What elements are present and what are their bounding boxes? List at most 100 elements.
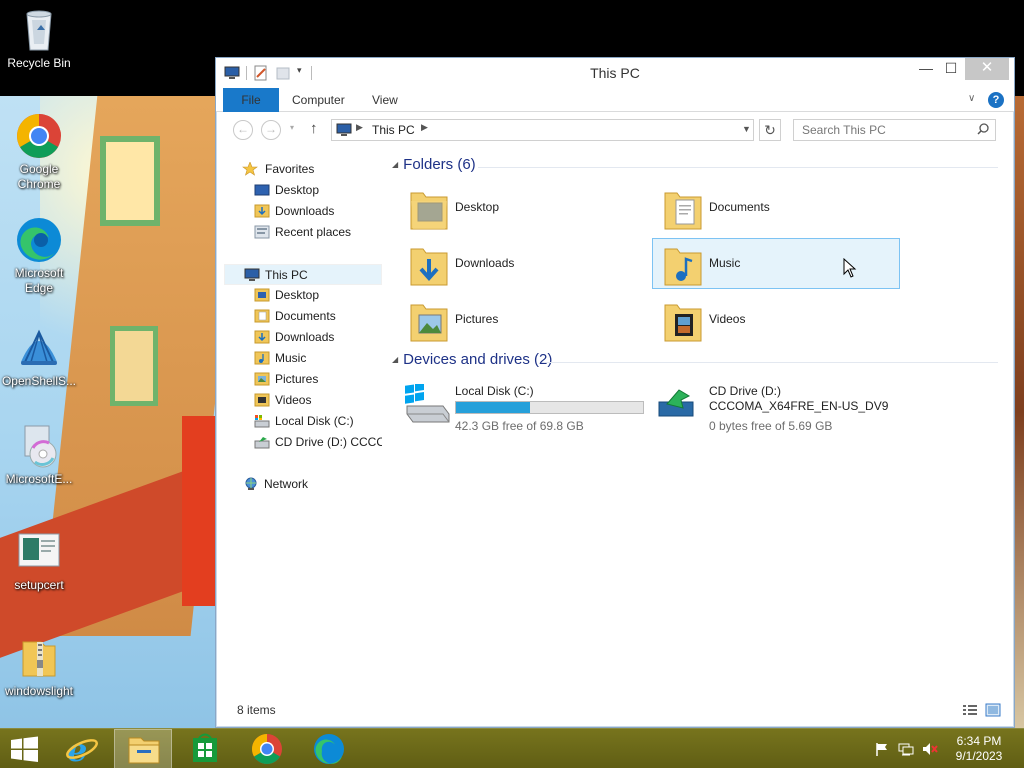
taskbar-edge[interactable] <box>300 729 358 768</box>
nav-favorites[interactable]: Favorites <box>224 159 382 180</box>
edge-icon <box>15 216 63 264</box>
taskbar-file-explorer[interactable] <box>114 729 172 768</box>
folder-label: Music <box>709 256 741 270</box>
nav-pc-videos[interactable]: Videos <box>224 390 382 411</box>
breadcrumb-this-pc[interactable]: This PC <box>372 123 415 137</box>
taskbar-chrome[interactable] <box>238 729 296 768</box>
content-pane: ◢ Folders (6) Desktop Documents Downloads <box>386 154 1006 694</box>
nav-pc-cd-drive[interactable]: CD Drive (D:) CCCOI <box>224 432 382 453</box>
recycle-bin-icon <box>15 6 63 54</box>
collapse-icon[interactable]: ◢ <box>392 160 398 169</box>
mouse-cursor-icon <box>843 257 857 281</box>
local-disk-icon <box>403 382 451 427</box>
taskbar-internet-explorer[interactable]: e <box>53 729 111 768</box>
nav-this-pc[interactable]: This PC <box>224 264 382 285</box>
clock[interactable]: 6:34 PM 9/1/2023 <box>950 734 1008 764</box>
folder-tile-downloads[interactable]: Downloads <box>399 239 647 290</box>
folders-group-header[interactable]: ◢ Folders (6) <box>392 156 476 173</box>
address-dropdown-icon[interactable]: ▼ <box>742 124 751 134</box>
drive-volume-label: CCCOMA_X64FRE_EN-US_DV9 <box>709 399 889 413</box>
collapse-icon[interactable]: ◢ <box>392 355 398 364</box>
folder-label: Documents <box>709 200 770 214</box>
desktop-icon-windowslight[interactable]: windowslight <box>1 634 77 699</box>
nav-label: Recent places <box>275 225 352 239</box>
volume-muted-icon[interactable] <box>922 741 938 757</box>
drives-group-header[interactable]: ◢ Devices and drives (2) <box>392 351 552 368</box>
tab-computer[interactable]: Computer <box>292 88 345 112</box>
folder-tile-desktop[interactable]: Desktop <box>399 183 647 234</box>
breadcrumb-arrow-icon[interactable]: ▶ <box>356 122 363 133</box>
computer-icon <box>244 268 260 282</box>
desktop-icon-openshell[interactable]: OpenShellS... <box>1 324 77 389</box>
nav-pc-downloads[interactable]: Downloads <box>224 327 382 348</box>
folder-label: Desktop <box>455 200 500 214</box>
maximize-button[interactable]: ☐ <box>936 58 966 80</box>
nav-pc-local-disk[interactable]: Local Disk (C:) <box>224 411 382 432</box>
forward-button[interactable]: → <box>261 120 281 140</box>
drive-free-space: 42.3 GB free of 69.8 GB <box>455 419 584 433</box>
network-tray-icon[interactable] <box>898 741 914 757</box>
back-button[interactable]: ← <box>233 120 253 140</box>
desktop-icon-edge[interactable]: Microsoft Edge <box>1 216 77 296</box>
nav-pc-desktop[interactable]: Desktop <box>224 285 382 306</box>
action-center-flag-icon[interactable] <box>874 741 890 757</box>
internet-explorer-icon: e <box>66 731 98 768</box>
drive-tile-cd[interactable]: CD Drive (D:) CCCOMA_X64FRE_EN-US_DV9 0 … <box>653 380 903 434</box>
desktop-folder-icon <box>254 288 270 302</box>
nav-pc-pictures[interactable]: Pictures <box>224 369 382 390</box>
group-title: Devices and drives (2) <box>403 351 553 368</box>
network-icon <box>243 477 259 491</box>
title-bar[interactable]: ▾ This PC — ☐ ✕ <box>216 58 1014 88</box>
nav-network[interactable]: Network <box>224 474 382 495</box>
desktop-icon-label: windowslight <box>4 684 74 698</box>
music-folder-icon <box>663 243 703 287</box>
desktop-icon-installer[interactable]: MicrosoftE... <box>1 422 77 487</box>
documents-folder-icon <box>254 309 270 323</box>
computer-icon <box>336 123 352 137</box>
nav-pc-music[interactable]: Music <box>224 348 382 369</box>
videos-folder-icon <box>254 393 270 407</box>
search-input[interactable] <box>794 120 964 140</box>
nav-pc-documents[interactable]: Documents <box>224 306 382 327</box>
folder-tile-music[interactable]: Music <box>652 238 900 289</box>
clock-date: 9/1/2023 <box>955 749 1003 763</box>
tab-file[interactable]: File <box>223 88 279 112</box>
breadcrumb-arrow-icon[interactable]: ▶ <box>421 122 428 133</box>
nav-fav-recent-places[interactable]: Recent places <box>224 222 382 243</box>
nav-label: Desktop <box>275 183 320 197</box>
nav-fav-desktop[interactable]: Desktop <box>224 180 382 201</box>
pictures-folder-icon <box>254 372 270 386</box>
taskbar-store[interactable] <box>176 729 234 768</box>
desktop-icon-chrome[interactable]: Google Chrome <box>1 112 77 192</box>
file-icon <box>15 528 63 576</box>
downloads-folder-icon <box>409 243 449 287</box>
nav-label: CD Drive (D:) CCCOI <box>275 435 382 449</box>
large-icons-view-icon[interactable] <box>985 703 1001 717</box>
details-view-icon[interactable] <box>962 703 978 717</box>
recent-places-icon <box>254 225 270 239</box>
search-icon[interactable] <box>977 123 989 135</box>
desktop-icon-setupcert[interactable]: setupcert <box>1 528 77 593</box>
start-button[interactable] <box>0 729 58 768</box>
desktop-icon-label: setupcert <box>14 578 64 592</box>
clock-time: 6:34 PM <box>956 734 1002 748</box>
desktop-icon-label: OpenShellS... <box>1 374 77 388</box>
close-button[interactable]: ✕ <box>965 58 1009 80</box>
address-bar[interactable]: ▶ This PC ▶ ▼ <box>331 119 754 141</box>
desktop-icon-recycle-bin[interactable]: Recycle Bin <box>1 6 77 71</box>
tab-view[interactable]: View <box>372 88 398 112</box>
drive-name: CD Drive (D:) <box>709 384 781 398</box>
up-button[interactable]: ↑ <box>310 120 318 137</box>
recent-locations-icon[interactable]: ▾ <box>290 123 294 132</box>
search-box[interactable] <box>793 119 996 141</box>
navigation-bar: ← → ▾ ↑ ▶ This PC ▶ ▼ ↻ <box>216 112 1014 148</box>
expand-ribbon-icon[interactable]: ∨ <box>968 93 975 104</box>
folder-tile-documents[interactable]: Documents <box>653 183 901 234</box>
item-count: 8 items <box>237 703 276 717</box>
nav-fav-downloads[interactable]: Downloads <box>224 201 382 222</box>
help-icon[interactable]: ? <box>988 92 1004 108</box>
folder-tile-videos[interactable]: Videos <box>653 295 901 346</box>
drive-tile-local-disk[interactable]: Local Disk (C:) 42.3 GB free of 69.8 GB <box>399 380 649 434</box>
refresh-button[interactable]: ↻ <box>759 119 781 141</box>
folder-tile-pictures[interactable]: Pictures <box>399 295 647 346</box>
